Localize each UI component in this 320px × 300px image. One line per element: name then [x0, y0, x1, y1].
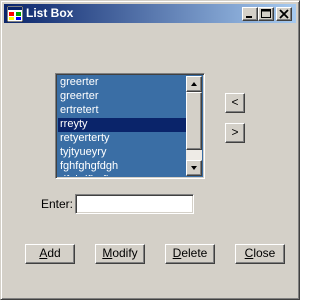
item-list-box[interactable]: greerter greerter ertretert rreyty retyerter… [55, 73, 205, 179]
list-scrollbar[interactable] [186, 76, 202, 176]
list-item[interactable]: retyerterty [58, 132, 187, 146]
modify-button[interactable]: Modify [95, 244, 145, 264]
app-window-icon [6, 5, 24, 23]
close-window-button[interactable] [276, 7, 292, 21]
enter-label: Enter: [41, 197, 74, 211]
list-item[interactable]: tyjtyueyry [58, 146, 187, 160]
list-item[interactable]: fghfghgfdgh [58, 160, 187, 174]
title-bar[interactable]: List Box [4, 4, 296, 23]
move-right-button[interactable]: > [225, 123, 245, 143]
list-items: greerter greerter ertretert rreyty retyerter… [58, 76, 187, 176]
add-button[interactable]: Add [25, 244, 75, 264]
window-title: List Box [26, 6, 74, 20]
list-item[interactable]: dfghdfhgfh [58, 174, 187, 176]
close-button[interactable]: Close [235, 244, 285, 264]
move-left-button[interactable]: < [225, 93, 245, 113]
scroll-down-button[interactable] [186, 160, 202, 176]
list-item[interactable]: greerter [58, 76, 187, 90]
list-item[interactable]: greerter [58, 90, 187, 104]
scroll-up-button[interactable] [186, 76, 202, 92]
list-item[interactable]: ertretert [58, 104, 187, 118]
enter-input[interactable] [75, 194, 194, 214]
scroll-thumb[interactable] [186, 92, 202, 150]
delete-button[interactable]: Delete [165, 244, 215, 264]
minimize-button[interactable] [242, 7, 258, 21]
list-box-window: List Box greerter greerter ertretert rreyty… [0, 0, 300, 300]
list-item[interactable]: rreyty [58, 118, 187, 132]
maximize-button[interactable] [258, 7, 274, 21]
